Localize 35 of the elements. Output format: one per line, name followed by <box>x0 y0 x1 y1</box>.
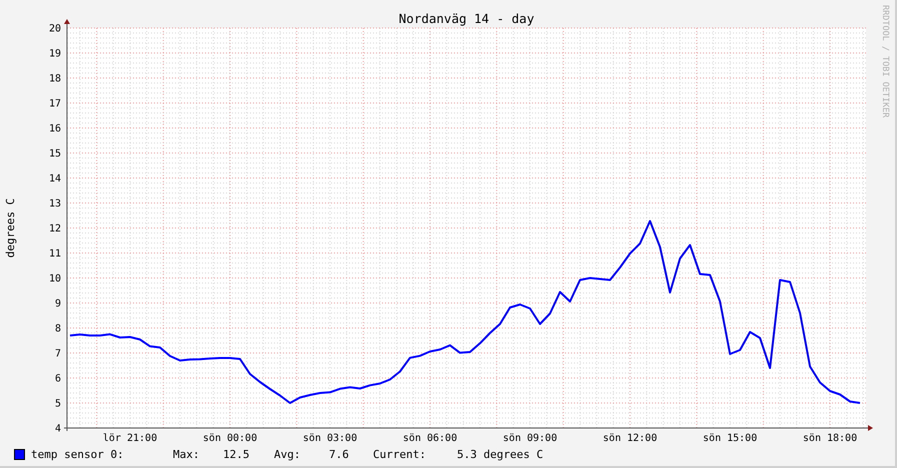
stat-label: Current: <box>373 448 427 460</box>
y-tick-label: 4 <box>54 424 61 434</box>
y-tick-label: 10 <box>48 274 61 284</box>
x-tick-label: sön 09:00 <box>502 433 558 442</box>
x-tick-label: sön 06:00 <box>402 433 458 442</box>
y-tick-label: 19 <box>48 48 61 60</box>
chart-title: Nordanväg 14 - day <box>398 11 534 26</box>
y-tick-label: 20 <box>48 24 61 34</box>
x-tick-label: sön 03:00 <box>302 433 358 442</box>
y-tick-label: 14 <box>48 174 61 184</box>
y-tick-label: 13 <box>48 198 61 210</box>
stat-value: 7.6 <box>329 448 350 460</box>
y-axis-label: degrees C <box>4 198 17 258</box>
y-tick-label: 18 <box>48 74 61 84</box>
x-tick-label: sön 12:00 <box>602 433 658 442</box>
y-tick-label: 8 <box>54 324 61 334</box>
stat-value: 12.5 <box>223 448 250 460</box>
y-tick-label: 11 <box>48 248 61 260</box>
y-tick-label: 15 <box>48 148 61 160</box>
x-tick-label: sön 00:00 <box>202 433 258 442</box>
x-tick-label: lör 21:00 <box>102 433 158 442</box>
y-tick-label: 5 <box>54 398 61 410</box>
y-tick-label: 12 <box>48 224 61 234</box>
y-tick-label: 9 <box>54 298 61 310</box>
stat-label: Avg: <box>274 448 302 460</box>
stat-label: Max: <box>173 448 200 460</box>
legend-label: temp sensor 0: <box>31 448 125 460</box>
y-tick-label: 6 <box>54 374 61 384</box>
y-tick-label: 7 <box>54 348 61 360</box>
y-tick-label: 17 <box>48 98 61 110</box>
stat-value: 5.3 degrees C <box>457 448 544 460</box>
credit-text: RRDTOOL / TOBI OETIKER <box>880 5 890 118</box>
x-tick-label: sön 15:00 <box>702 433 758 442</box>
x-tick-label: sön 18:00 <box>802 433 858 442</box>
y-tick-label: 16 <box>48 124 61 134</box>
